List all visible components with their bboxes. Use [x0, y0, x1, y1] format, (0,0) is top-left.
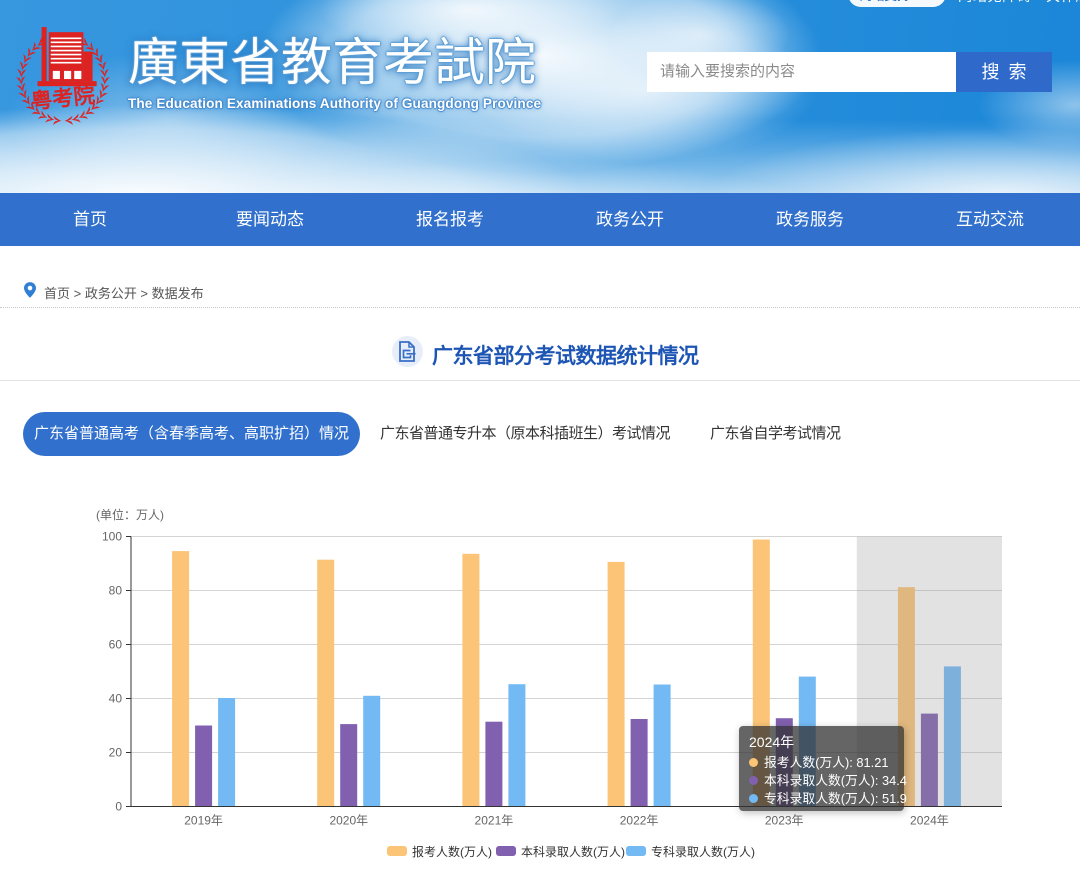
svg-text:60: 60 [109, 638, 123, 652]
svg-text:(单位：万人): (单位：万人) [96, 507, 164, 522]
svg-text:20: 20 [109, 746, 123, 760]
svg-text:2019年: 2019年 [184, 814, 223, 828]
svg-text:粤考院: 粤考院 [30, 82, 97, 114]
svg-text:2023年: 2023年 [765, 814, 804, 828]
svg-text:80: 80 [109, 584, 123, 598]
svg-text:100: 100 [102, 530, 122, 544]
svg-text:2024年: 2024年 [910, 814, 949, 828]
svg-text:40: 40 [109, 692, 123, 706]
svg-text:2021年: 2021年 [475, 814, 514, 828]
svg-text:2020年: 2020年 [329, 814, 368, 828]
svg-text:2022年: 2022年 [620, 814, 659, 828]
svg-text:0: 0 [115, 800, 122, 814]
svg-text:报考人数(万人): 报考人数(万人) [412, 844, 492, 859]
svg-text:专科录取人数(万人): 专科录取人数(万人) [651, 844, 755, 859]
svg-text:本科录取人数(万人): 本科录取人数(万人) [521, 844, 625, 859]
